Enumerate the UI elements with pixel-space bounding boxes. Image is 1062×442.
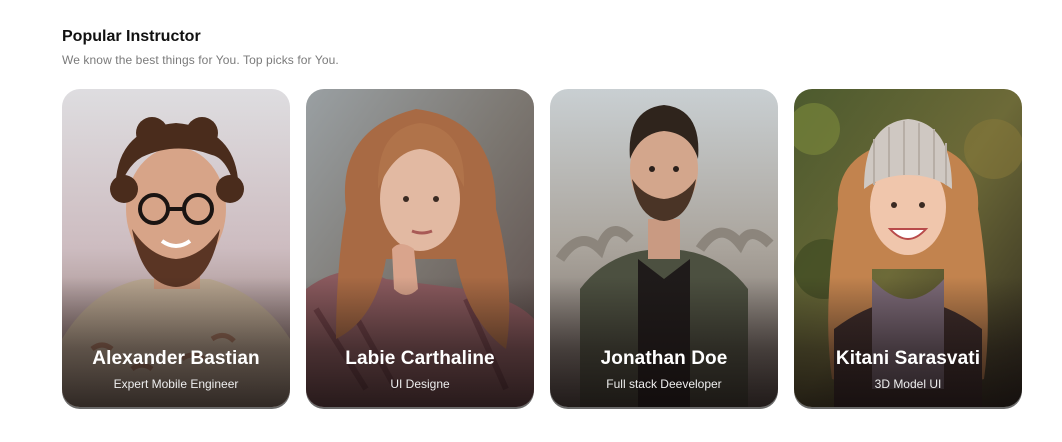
instructor-card[interactable]: Jonathan Doe Full stack Deeveloper — [550, 89, 778, 407]
instructor-card[interactable]: Labie Carthaline UI Designe — [306, 89, 534, 407]
popular-instructor-section: Popular Instructor We know the best thin… — [62, 26, 1022, 407]
instructor-role: Expert Mobile Engineer — [113, 377, 239, 391]
instructor-name: Jonathan Doe — [600, 348, 728, 369]
instructor-name: Labie Carthaline — [345, 348, 495, 369]
instructor-role: Full stack Deeveloper — [606, 377, 722, 391]
instructor-cards: Alexander Bastian Expert Mobile Engineer — [62, 89, 1022, 407]
instructor-role: 3D Model UI — [874, 377, 942, 391]
instructor-role: UI Designe — [390, 377, 450, 391]
instructor-card[interactable]: Alexander Bastian Expert Mobile Engineer — [62, 89, 290, 407]
instructor-name: Alexander Bastian — [92, 348, 260, 369]
instructor-name: Kitani Sarasvati — [835, 348, 981, 369]
section-subtitle: We know the best things for You. Top pic… — [62, 53, 339, 67]
instructor-card[interactable]: Kitani Sarasvati 3D Model UI — [794, 89, 1022, 407]
section-title: Popular Instructor — [62, 28, 201, 45]
